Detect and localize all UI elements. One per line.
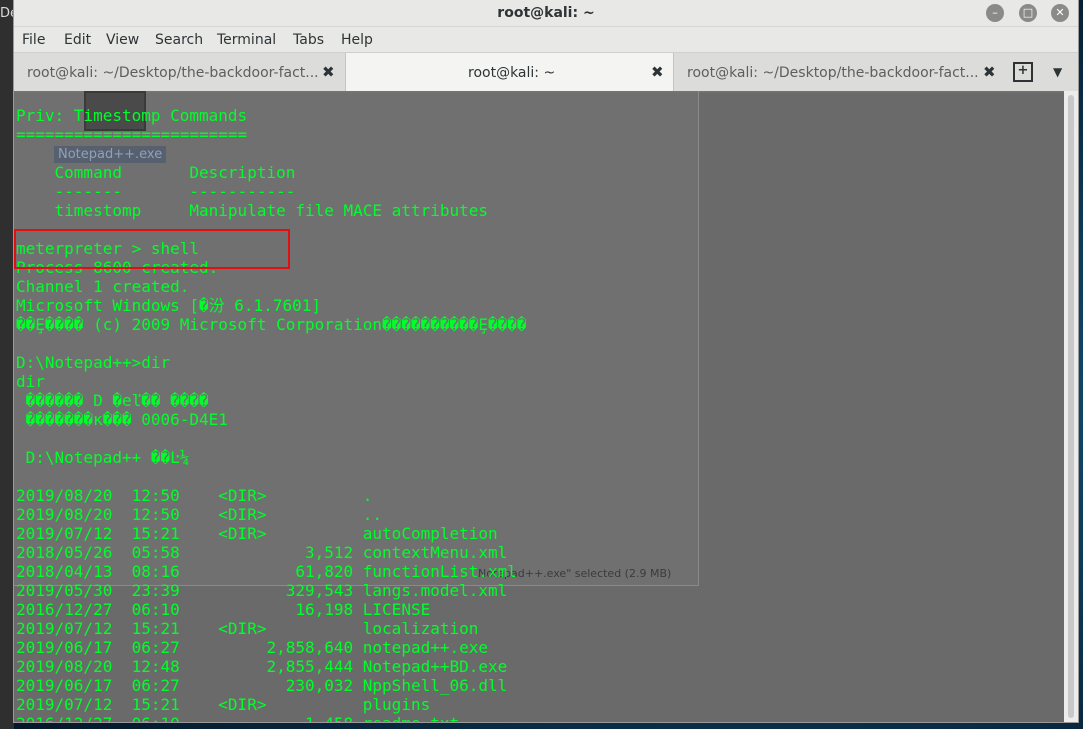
- dir-entry: 2016/12/27 06:10 16,198 LICENSE: [16, 600, 431, 619]
- dir-entry: 2019/05/30 23:39 329,543 langs.model.xml: [16, 581, 508, 600]
- terminal-line: D:\Notepad++>dir: [16, 353, 171, 372]
- tab-backdoor-factory-1[interactable]: root@kali: ~/Desktop/the-backdoor-fact..…: [14, 53, 346, 92]
- terminal-line: D:\Notepad++ ��Ŀ¼: [16, 448, 190, 467]
- tab-root-home[interactable]: root@kali: ~ ✖: [346, 53, 674, 92]
- terminal-window: root@kali: ~ – □ ✕ File Edit View Search…: [14, 0, 1078, 722]
- menu-terminal[interactable]: Terminal: [217, 32, 276, 48]
- terminal-line: ������ D �еľ�� ����: [16, 391, 209, 410]
- terminal-line: ��Ȩ���� (c) 2009 Microsoft Corporation��…: [16, 315, 527, 334]
- terminal-line: ------- -----------: [16, 182, 296, 201]
- tab-bar: root@kali: ~/Desktop/the-backdoor-fact..…: [14, 52, 1078, 93]
- tab-label: root@kali: ~/Desktop/the-backdoor-fact..…: [687, 65, 979, 81]
- terminal-line: Microsoft Windows [�汾 6.1.7601]: [16, 296, 321, 315]
- window-title: root@kali: ~: [497, 5, 595, 21]
- dir-entry: 2019/08/20 12:50 <DIR> .: [16, 486, 373, 505]
- tab-backdoor-factory-2[interactable]: root@kali: ~/Desktop/the-backdoor-fact..…: [674, 53, 1004, 92]
- tab-label: root@kali: ~/Desktop/the-backdoor-fact..…: [27, 65, 319, 81]
- menu-bar: File Edit View Search Terminal Tabs Help: [14, 27, 1078, 52]
- dir-entry: 2019/07/12 15:21 <DIR> localization: [16, 619, 479, 638]
- dir-entry: 2019/08/20 12:48 2,855,444 Notepad++BD.e…: [16, 657, 508, 676]
- ghost-file-label: Notepad++.exe: [54, 146, 167, 163]
- minimize-button[interactable]: –: [986, 4, 1004, 22]
- terminal-line: Channel 1 created.: [16, 277, 190, 296]
- tab-label: root@kali: ~: [468, 65, 556, 81]
- terminal-line: timestomp Manipulate file MACE attribute…: [16, 201, 489, 220]
- close-tab-icon[interactable]: ✖: [651, 63, 664, 81]
- desktop-label: Des: [0, 6, 14, 21]
- title-bar[interactable]: root@kali: ~ – □ ✕: [14, 0, 1078, 27]
- chevron-down-icon[interactable]: ▼: [1053, 65, 1062, 79]
- menu-file[interactable]: File: [22, 32, 45, 48]
- menu-edit[interactable]: Edit: [64, 32, 91, 48]
- menu-view[interactable]: View: [106, 32, 139, 48]
- dir-entry: 2019/07/12 15:21 <DIR> plugins: [16, 695, 431, 714]
- red-highlight-box: [14, 229, 290, 269]
- dir-entry: 2019/08/20 12:50 <DIR> ..: [16, 505, 383, 524]
- menu-help[interactable]: Help: [341, 32, 373, 48]
- terminal-scrollbar[interactable]: [1064, 91, 1078, 722]
- close-tab-icon[interactable]: ✖: [983, 63, 996, 81]
- dir-entry: 2018/05/26 05:58 3,512 contextMenu.xml: [16, 543, 508, 562]
- scrollbar-thumb[interactable]: [1068, 95, 1074, 718]
- dir-entry: 2019/06/17 06:27 230,032 NppShell_06.dll: [16, 676, 508, 695]
- desktop-left-strip: Des: [0, 0, 14, 729]
- dir-entry: 2018/04/13 08:16 61,820 functionList.xml: [16, 562, 517, 581]
- terminal-line: Priv: Timestomp Commands: [16, 106, 248, 125]
- terminal-line: Command Description: [16, 163, 296, 182]
- terminal-line: ========================: [16, 125, 248, 144]
- close-button[interactable]: ✕: [1051, 4, 1069, 22]
- dir-entry: 2019/07/12 15:21 <DIR> autoCompletion: [16, 524, 498, 543]
- new-tab-icon[interactable]: +: [1013, 62, 1033, 82]
- menu-tabs[interactable]: Tabs: [293, 32, 324, 48]
- terminal-output[interactable]: Notepad++.exe Notepad++.exe" selected (2…: [14, 91, 1064, 722]
- dir-entry: 2016/12/27 06:10 1,458 readme.txt: [16, 714, 459, 722]
- terminal-line: �������к��� 0006-D4E1: [16, 410, 228, 429]
- dir-entry: 2019/06/17 06:27 2,858,640 notepad++.exe: [16, 638, 489, 657]
- close-tab-icon[interactable]: ✖: [322, 63, 335, 81]
- maximize-button[interactable]: □: [1019, 4, 1037, 22]
- menu-search[interactable]: Search: [155, 32, 203, 48]
- terminal-line: dir: [16, 372, 45, 391]
